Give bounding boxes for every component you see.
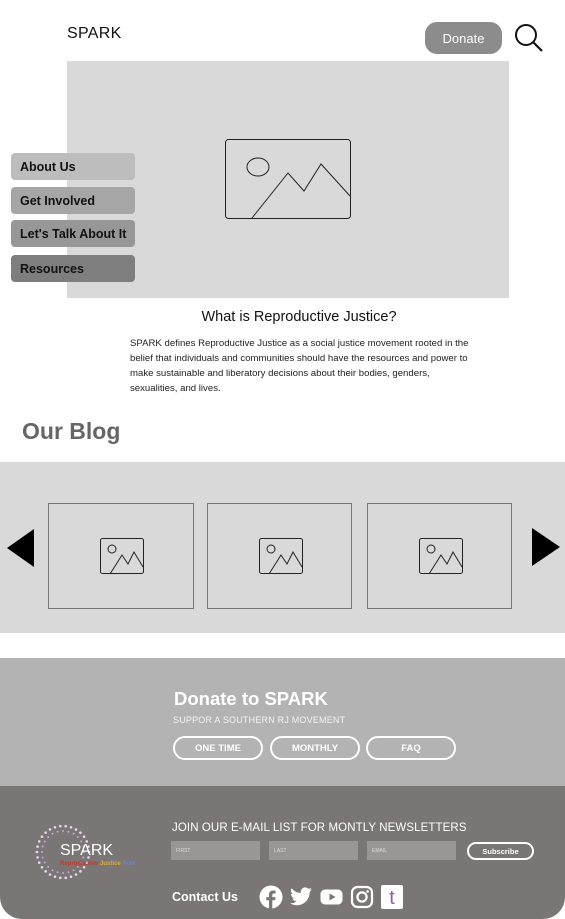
search-icon[interactable]	[514, 23, 544, 53]
twitter-icon[interactable]	[288, 885, 314, 909]
faq-button[interactable]: FAQ	[366, 736, 456, 760]
image-placeholder-icon	[259, 538, 303, 575]
donate-button[interactable]: Donate	[425, 22, 502, 54]
carousel-next-arrow-icon[interactable]	[531, 527, 561, 567]
first-name-field[interactable]	[171, 841, 260, 860]
side-nav-about-us[interactable]: About Us	[11, 153, 135, 180]
contact-us-link[interactable]: Contact Us	[172, 890, 238, 904]
logo-dot	[76, 836, 79, 839]
logo-dot	[41, 851, 43, 853]
blog-title: Our Blog	[22, 418, 121, 444]
logo-dot	[62, 872, 64, 874]
logo-dot	[48, 873, 52, 876]
logo-dot	[37, 861, 41, 864]
logo-dot	[51, 869, 54, 872]
logo-dot	[53, 825, 57, 829]
logo-dot	[36, 856, 39, 859]
logo-dot	[56, 830, 59, 833]
logo-dot	[79, 831, 82, 834]
logo-dot	[51, 832, 54, 835]
logo-dot	[72, 832, 75, 835]
footer-logo-text: SPARK	[60, 842, 113, 859]
donate-title: Donate to SPARK	[174, 688, 328, 709]
youtube-icon[interactable]	[319, 885, 344, 909]
logo-dot	[62, 830, 64, 832]
logo-dot	[43, 861, 46, 864]
logo-dot	[47, 836, 50, 839]
logo-dot	[48, 828, 52, 831]
logo-dot	[64, 876, 68, 880]
logo-dot	[64, 824, 68, 828]
logo-dot	[35, 850, 39, 854]
image-placeholder-icon	[419, 538, 463, 575]
side-nav-get-involved[interactable]: Get Involved	[11, 187, 135, 214]
subscribe-button[interactable]: Subscribe	[467, 842, 534, 860]
site-logo[interactable]: SPARK	[67, 25, 122, 43]
logo-dot	[41, 845, 44, 848]
spark-logo[interactable]: SPARK Reproductive Justice Now	[33, 820, 151, 884]
logo-dot	[67, 830, 70, 833]
carousel-prev-arrow-icon[interactable]	[6, 528, 36, 568]
logo-dot	[58, 876, 62, 880]
logo-dot	[41, 856, 44, 859]
logo-dot	[79, 870, 82, 873]
logo-dot	[72, 869, 75, 872]
logo-dot	[56, 871, 59, 874]
logo-dot	[40, 835, 44, 839]
blog-card[interactable]	[207, 503, 352, 609]
tumblr-icon[interactable]: t	[381, 885, 403, 909]
logo-dot	[37, 840, 41, 843]
logo-dot	[69, 875, 73, 879]
side-nav-lets-talk[interactable]: Let's Talk About It	[11, 220, 135, 247]
logo-dot	[82, 835, 86, 839]
logo-dot	[53, 875, 57, 879]
logo-dot	[69, 825, 73, 829]
logo-dot	[47, 865, 50, 868]
logo-dot	[74, 828, 78, 831]
image-placeholder-icon	[225, 139, 351, 219]
blog-card[interactable]	[48, 503, 194, 609]
logo-dot	[67, 871, 70, 874]
newsletter-title: JOIN OUR E-MAIL LIST FOR MONTLY NEWSLETT…	[172, 822, 467, 834]
logo-dot	[58, 824, 62, 828]
intro-title: What is Reproductive Justice?	[201, 309, 397, 325]
email-field[interactable]	[367, 841, 456, 860]
blog-card[interactable]	[367, 503, 512, 609]
logo-dot	[43, 840, 46, 843]
logo-dot	[74, 873, 78, 876]
last-name-field[interactable]	[269, 841, 358, 860]
svg-text:Reproductive Justice N: Reproductive Justice Now	[60, 861, 135, 867]
image-placeholder-icon	[100, 538, 144, 575]
logo-dot	[44, 870, 47, 873]
logo-dot	[36, 845, 39, 848]
one-time-button[interactable]: ONE TIME	[173, 736, 263, 760]
side-nav-resources[interactable]: Resources	[11, 255, 135, 282]
donate-subtitle: SUPPOR A SOUTHERN RJ MOVEMENT	[173, 715, 346, 725]
svg-text:t: t	[389, 887, 395, 909]
logo-dot	[44, 831, 47, 834]
instagram-icon[interactable]	[350, 885, 374, 909]
facebook-icon[interactable]	[259, 885, 283, 909]
monthly-button[interactable]: MONTHLY	[270, 736, 360, 760]
intro-body: SPARK defines Reproductive Justice as a …	[130, 338, 469, 394]
logo-dot	[40, 865, 44, 869]
